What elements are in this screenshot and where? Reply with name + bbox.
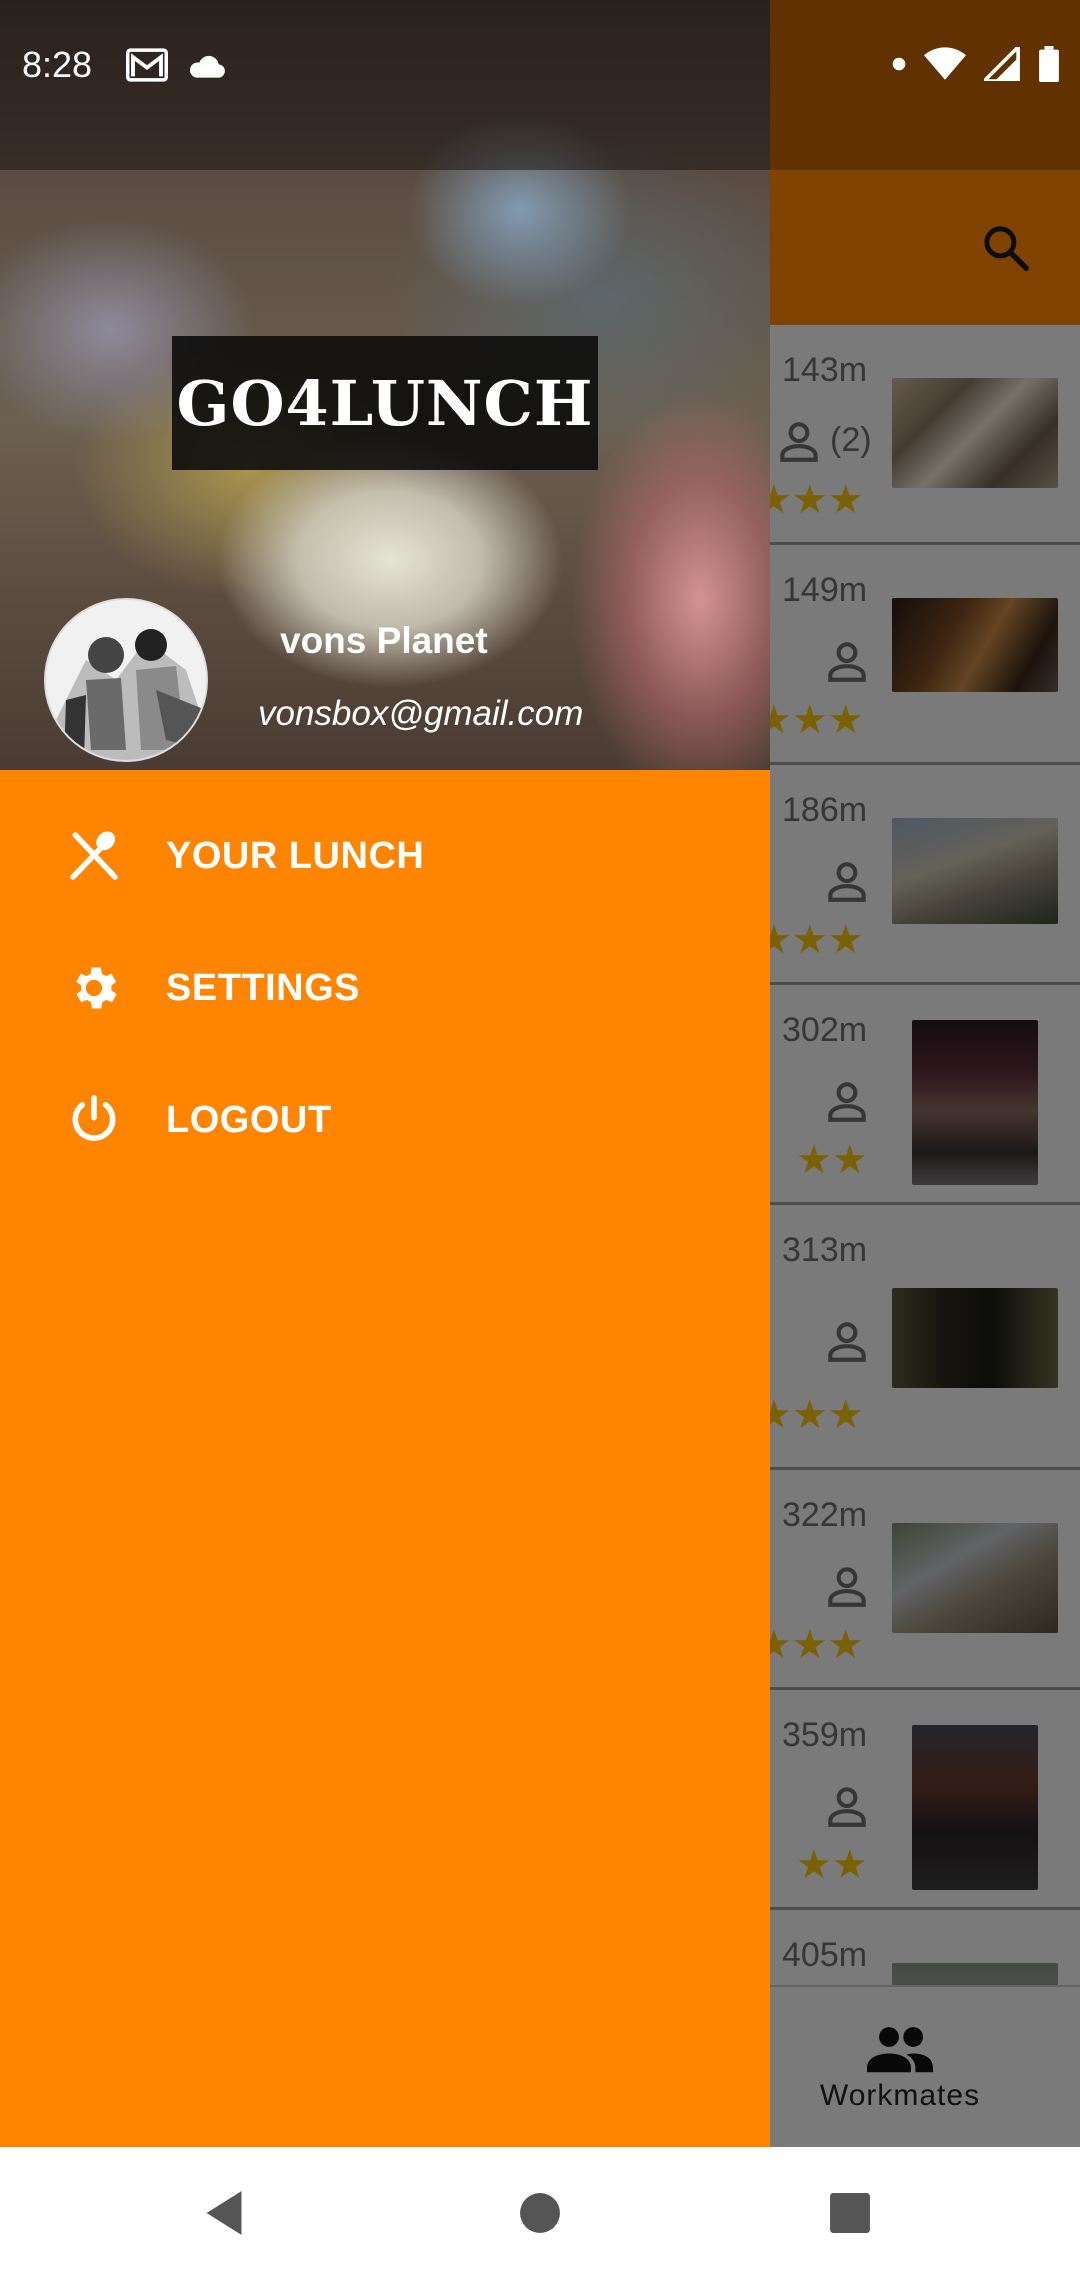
power-icon [64,1090,124,1150]
wifi-icon [924,47,966,80]
fork-knife-icon [64,826,124,886]
back-button[interactable] [188,2177,260,2249]
app-logo: GO4LUNCH [172,336,598,470]
menu-item-your-lunch[interactable]: YOUR LUNCH [0,790,770,922]
status-bar: 8:28 [0,0,1080,130]
drawer-menu: YOUR LUNCH SETTINGS LOGOUT [0,790,770,1186]
menu-item-label: SETTINGS [166,966,361,1009]
clock: 8:28 [22,44,93,85]
recents-button[interactable] [814,2177,886,2249]
dot-icon [892,57,906,71]
menu-item-label: LOGOUT [166,1098,332,1141]
menu-item-label: YOUR LUNCH [166,834,425,877]
home-button[interactable] [504,2177,576,2249]
user-name: vons Planet [280,620,488,661]
system-navigation-bar [0,2147,1080,2280]
gear-icon [64,958,124,1018]
signal-icon [984,47,1020,81]
menu-item-settings[interactable]: SETTINGS [0,922,770,1054]
navigation-drawer: GO4LUNCH vons Planet vonsbox@gmail.com Y… [0,0,770,2147]
avatar-image [46,600,206,760]
back-icon [206,2191,242,2235]
status-icons [892,46,1060,82]
avatar[interactable] [44,598,208,762]
menu-item-logout[interactable]: LOGOUT [0,1054,770,1186]
app-logo-text: GO4LUNCH [176,366,594,440]
gmail-icon [126,48,168,82]
home-icon [520,2193,560,2233]
battery-icon [1039,46,1059,82]
user-email: vonsbox@gmail.com [258,694,584,733]
recents-icon [830,2193,870,2233]
cloud-icon [189,55,225,78]
